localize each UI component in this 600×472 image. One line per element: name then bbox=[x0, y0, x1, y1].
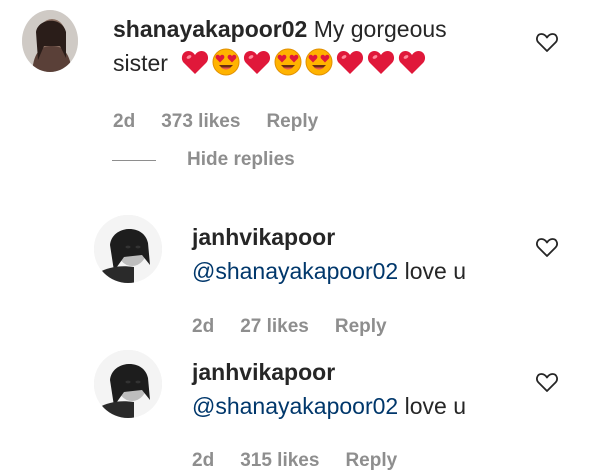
heart-eyes-emoji bbox=[304, 48, 334, 76]
comment-line-1: shanayakapoor02 My gorgeous bbox=[113, 14, 447, 44]
comment-text-line1: My gorgeous bbox=[313, 16, 447, 42]
like-heart-outline-icon[interactable] bbox=[535, 371, 559, 393]
reply-text: love u bbox=[404, 393, 466, 419]
reply-username[interactable]: janhvikapoor bbox=[192, 224, 335, 250]
reply-likes[interactable]: 27 likes bbox=[240, 316, 309, 337]
like-heart-outline-icon[interactable] bbox=[535, 236, 559, 258]
reply-text-line: @shanayakapoor02 love u bbox=[192, 256, 466, 286]
comment-time: 2d bbox=[113, 111, 136, 132]
comment-text-line2: sister bbox=[113, 50, 168, 76]
reply-time: 2d bbox=[192, 316, 215, 337]
reply-username[interactable]: janhvikapoor bbox=[192, 359, 335, 385]
emoji-row bbox=[180, 48, 428, 76]
reply-username-line: janhvikapoor bbox=[192, 222, 335, 252]
red-heart-emoji bbox=[335, 48, 365, 76]
avatar-photo bbox=[94, 350, 162, 418]
heart-eyes-emoji bbox=[273, 48, 303, 76]
comment-meta: 2d 373 likes Reply bbox=[113, 111, 344, 133]
avatar-photo bbox=[94, 215, 162, 283]
reply-text: love u bbox=[404, 258, 466, 284]
avatar[interactable] bbox=[94, 215, 162, 283]
reply-button[interactable]: Reply bbox=[266, 111, 318, 132]
reply-username-line: janhvikapoor bbox=[192, 357, 335, 387]
comment-likes[interactable]: 373 likes bbox=[161, 111, 240, 132]
reply-item: janhvikapoor @shanayakapoor02 love u 2d 3… bbox=[0, 340, 600, 471]
reply-meta: 2d 27 likes Reply bbox=[192, 316, 413, 338]
hide-replies-button[interactable]: Hide replies bbox=[187, 149, 295, 171]
reply-meta: 2d 315 likes Reply bbox=[192, 450, 423, 472]
reply-button[interactable]: Reply bbox=[345, 450, 397, 471]
reply-item: janhvikapoor @shanayakapoor02 love u 2d 2… bbox=[0, 205, 600, 345]
reply-mention-link[interactable]: @shanayakapoor02 bbox=[192, 258, 398, 284]
comment-shanayakapoor02: shanayakapoor02 My gorgeous sister 2d 373… bbox=[0, 0, 600, 180]
heart-eyes-emoji bbox=[211, 48, 241, 76]
hide-replies-divider bbox=[112, 160, 156, 161]
avatar[interactable] bbox=[94, 350, 162, 418]
avatar-photo bbox=[22, 10, 78, 72]
reply-mention-link[interactable]: @shanayakapoor02 bbox=[192, 393, 398, 419]
comment-line-2: sister bbox=[113, 48, 428, 78]
comment-username[interactable]: shanayakapoor02 bbox=[113, 16, 307, 42]
red-heart-emoji bbox=[397, 48, 427, 76]
reply-button[interactable]: Reply bbox=[335, 316, 387, 337]
red-heart-emoji bbox=[366, 48, 396, 76]
reply-time: 2d bbox=[192, 450, 215, 471]
red-heart-emoji bbox=[242, 48, 272, 76]
reply-text-line: @shanayakapoor02 love u bbox=[192, 391, 466, 421]
red-heart-emoji bbox=[180, 48, 210, 76]
like-heart-outline-icon[interactable] bbox=[535, 31, 559, 53]
reply-likes[interactable]: 315 likes bbox=[240, 450, 319, 471]
avatar[interactable] bbox=[22, 10, 78, 72]
